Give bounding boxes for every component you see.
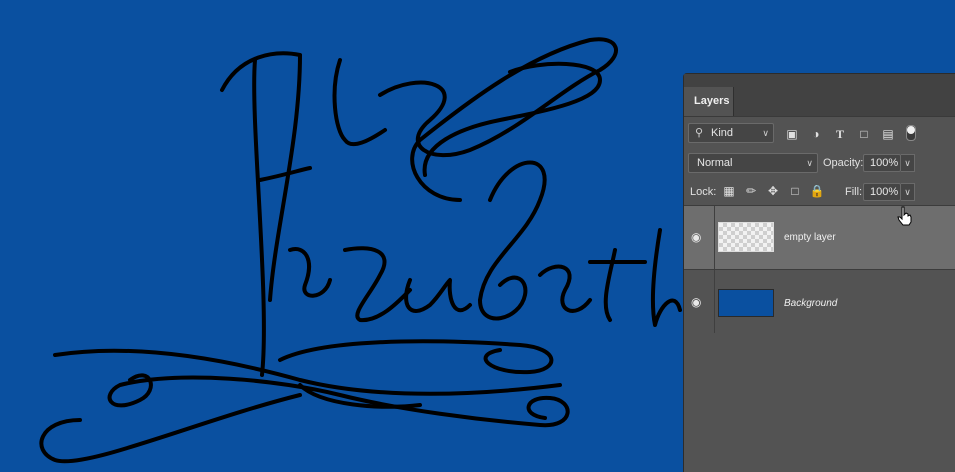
opacity-input[interactable]: 100%	[863, 154, 901, 172]
lock-artboard-icon[interactable]: □	[787, 184, 803, 198]
visibility-eye-icon[interactable]: ◉	[691, 230, 707, 244]
hand-cursor-icon	[897, 206, 912, 226]
opacity-dropdown-icon[interactable]: ∨	[901, 154, 915, 172]
fill-label: Fill:	[845, 186, 863, 198]
tab-layers[interactable]: Layers	[684, 87, 734, 116]
opacity-label: Opacity:	[823, 157, 864, 169]
lock-position-icon[interactable]: ✥	[765, 184, 781, 198]
fill-dropdown-icon[interactable]: ∨	[901, 183, 915, 201]
layers-panel: Layers ⚲ Kind ∨ ▣ ◑ T □ ▤ Normal ∨ Opaci…	[683, 73, 955, 472]
layer-row-empty-layer[interactable]: ◉ empty layer	[684, 205, 955, 269]
blend-row: Normal ∨ Opacity: 100% ∨	[684, 153, 955, 175]
blend-mode-dropdown[interactable]: Normal ∨	[688, 153, 818, 173]
layer-thumbnail	[718, 222, 774, 252]
lock-image-pixels-icon[interactable]: ✏	[743, 184, 759, 198]
layer-row-background[interactable]: ◉ Background	[684, 269, 955, 333]
shape-filter-icon[interactable]: □	[856, 127, 872, 141]
fill-input[interactable]: 100%	[863, 183, 901, 201]
chevron-down-icon: ∨	[762, 128, 769, 138]
smart-object-filter-icon[interactable]: ▤	[880, 127, 896, 141]
filter-row: ⚲ Kind ∨ ▣ ◑ T □ ▤	[684, 123, 955, 145]
panel-tab-bar: Layers	[684, 74, 955, 117]
adjustment-filter-icon[interactable]: ◑	[808, 127, 824, 141]
image-filter-icon[interactable]: ▣	[784, 127, 800, 141]
chevron-down-icon: ∨	[806, 158, 813, 168]
filter-toggle-icon[interactable]	[906, 125, 916, 141]
lock-transparent-pixels-icon[interactable]: ▦	[721, 184, 737, 198]
filter-kind-dropdown[interactable]: ⚲ Kind ∨	[688, 123, 774, 143]
lock-label: Lock:	[690, 186, 717, 198]
lock-row: Lock: ▦ ✏ ✥ □ 🔒 Fill: 100% ∨	[684, 181, 955, 203]
visibility-eye-icon[interactable]: ◉	[691, 295, 707, 309]
layer-thumbnail	[718, 289, 774, 317]
blend-mode-label: Normal	[697, 157, 733, 169]
lock-all-icon[interactable]: 🔒	[809, 184, 825, 198]
filter-kind-label: Kind	[711, 127, 734, 139]
layer-name[interactable]: empty layer	[784, 232, 836, 243]
layer-divider	[714, 270, 715, 333]
type-filter-icon[interactable]: T	[832, 127, 848, 141]
layer-name[interactable]: Background	[784, 298, 837, 309]
layer-divider	[714, 206, 715, 269]
search-icon: ⚲	[695, 127, 704, 139]
